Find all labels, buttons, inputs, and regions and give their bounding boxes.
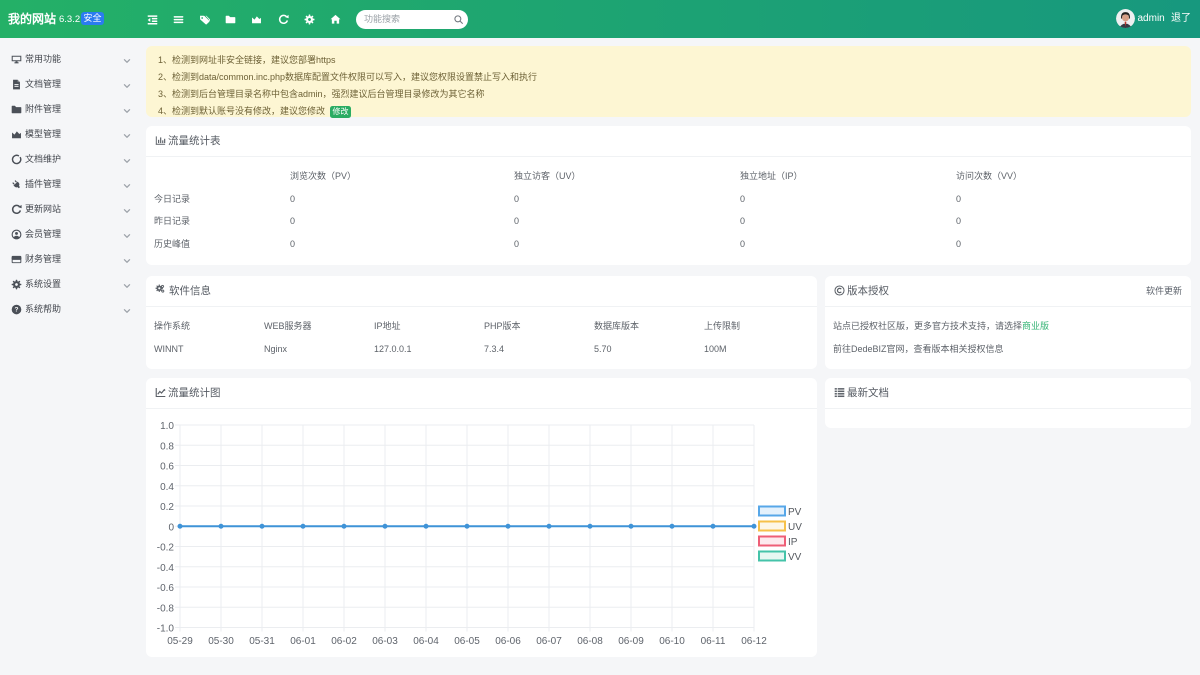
svg-text:PV: PV [788,507,802,518]
svg-text:06-09: 06-09 [618,636,644,647]
svg-text:UV: UV [788,522,802,533]
svg-text:05-29: 05-29 [167,636,193,647]
svg-text:0: 0 [168,522,174,533]
svg-text:IP: IP [788,537,798,548]
svg-text:-0.6: -0.6 [157,583,175,594]
svg-text:1.0: 1.0 [160,421,174,432]
svg-text:06-12: 06-12 [741,636,767,647]
svg-text:0.2: 0.2 [160,502,174,513]
svg-text:06-08: 06-08 [577,636,603,647]
svg-text:-0.2: -0.2 [157,543,175,554]
svg-text:0.8: 0.8 [160,441,174,452]
svg-text:06-06: 06-06 [495,636,521,647]
svg-text:06-04: 06-04 [413,636,439,647]
svg-text:06-02: 06-02 [331,636,357,647]
svg-text:-0.8: -0.8 [157,603,175,614]
svg-text:?: ? [15,306,19,313]
svg-text:-0.4: -0.4 [157,563,175,574]
svg-text:06-03: 06-03 [372,636,398,647]
svg-text:0.6: 0.6 [160,462,174,473]
svg-text:05-31: 05-31 [249,636,275,647]
svg-text:VV: VV [788,552,802,563]
svg-text:-1.0: -1.0 [157,624,175,635]
svg-text:06-05: 06-05 [454,636,480,647]
svg-text:0.4: 0.4 [160,482,174,493]
svg-text:06-11: 06-11 [701,636,726,647]
svg-text:06-01: 06-01 [290,636,316,647]
svg-text:06-07: 06-07 [536,636,562,647]
svg-text:06-10: 06-10 [659,636,685,647]
svg-text:05-30: 05-30 [208,636,234,647]
